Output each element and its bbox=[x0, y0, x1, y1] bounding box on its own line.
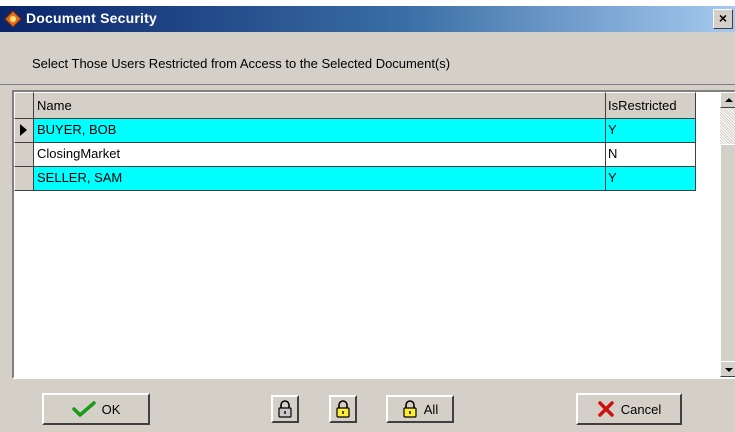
arrow-down-icon bbox=[725, 368, 733, 372]
cancel-button[interactable]: Cancel bbox=[576, 393, 682, 425]
window-title: Document Security bbox=[26, 10, 157, 26]
column-header-name[interactable]: Name bbox=[34, 92, 606, 119]
lock-button[interactable] bbox=[271, 395, 299, 423]
close-button[interactable]: × bbox=[713, 9, 733, 29]
row-isrestricted-cell[interactable]: Y bbox=[606, 167, 696, 191]
lock-icon bbox=[403, 400, 417, 418]
row-isrestricted-cell[interactable]: Y bbox=[606, 119, 696, 143]
instruction-text: Select Those Users Restricted from Acces… bbox=[32, 56, 451, 71]
row-name-cell[interactable]: ClosingMarket bbox=[34, 143, 606, 167]
grid-header: Name IsRestricted bbox=[14, 92, 720, 119]
scroll-thumb[interactable] bbox=[720, 144, 735, 366]
x-icon bbox=[598, 401, 614, 417]
row-indicator bbox=[14, 167, 34, 191]
lock-icon bbox=[278, 400, 292, 418]
current-row-pointer-icon bbox=[20, 124, 27, 136]
row-indicator bbox=[14, 143, 34, 167]
instruction-panel: Select Those Users Restricted from Acces… bbox=[0, 32, 735, 85]
row-name-cell[interactable]: SELLER, SAM bbox=[34, 167, 606, 191]
ok-button[interactable]: OK bbox=[42, 393, 150, 425]
lock-all-button[interactable]: All bbox=[386, 395, 454, 423]
lock-all-label: All bbox=[423, 401, 439, 417]
table-row[interactable]: SELLER, SAM Y bbox=[14, 167, 696, 191]
users-grid[interactable]: Name IsRestricted BUYER, BOB Y ClosingMa… bbox=[12, 90, 735, 379]
row-isrestricted-cell[interactable]: N bbox=[606, 143, 696, 167]
button-bar: OK All Cancel bbox=[0, 380, 735, 432]
scroll-down-button[interactable] bbox=[720, 361, 735, 377]
lock-highlight-icon bbox=[336, 400, 350, 418]
row-indicator bbox=[14, 119, 34, 143]
row-name-cell[interactable]: BUYER, BOB bbox=[34, 119, 606, 143]
column-header-isrestricted[interactable]: IsRestricted bbox=[606, 92, 696, 119]
lock-selected-button[interactable] bbox=[329, 395, 357, 423]
vertical-scrollbar[interactable] bbox=[720, 92, 735, 377]
title-bar[interactable]: Document Security × bbox=[0, 6, 735, 32]
table-row[interactable]: BUYER, BOB Y bbox=[14, 119, 696, 143]
table-row[interactable]: ClosingMarket N bbox=[14, 143, 696, 167]
cancel-label: Cancel bbox=[620, 401, 662, 417]
header-indicator-cell bbox=[14, 92, 34, 119]
checkmark-icon bbox=[71, 401, 96, 417]
arrow-up-icon bbox=[725, 98, 733, 102]
app-icon bbox=[4, 10, 22, 28]
ok-label: OK bbox=[101, 401, 121, 417]
scroll-up-button[interactable] bbox=[720, 92, 735, 108]
